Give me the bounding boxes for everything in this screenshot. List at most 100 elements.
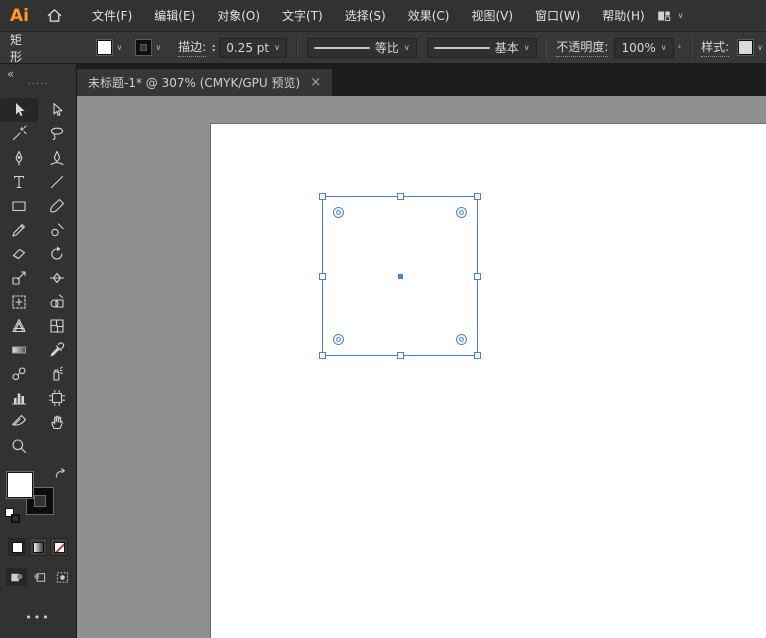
chevron-down-icon: ∨ [403,42,410,52]
variable-width-profile-select[interactable]: 等比 ∨ [306,37,417,58]
swap-fill-stroke-button[interactable] [54,465,67,484]
selection-handle-top-right[interactable] [474,193,481,200]
selection-handle-bottom-left[interactable] [319,352,326,359]
style-swatch [738,40,754,55]
live-corner-widget-top-right[interactable] [456,207,467,218]
blend-tool[interactable] [0,362,38,386]
width-tool[interactable] [38,266,76,290]
default-fill-stroke-button[interactable] [5,508,20,523]
context-label: 矩形 [10,32,23,64]
gradient-tool-icon [11,346,27,354]
selection-handle-top-left[interactable] [319,193,326,200]
draw-normal-button[interactable] [6,568,27,586]
pen-tool[interactable] [0,146,38,170]
symbol-sprayer-tool[interactable] [38,362,76,386]
rectangle-tool-icon [12,201,26,212]
width-profile-value: 等比 [374,41,399,55]
column-graph-tool[interactable] [0,386,38,410]
collapse-panel-icon[interactable]: « [7,67,14,81]
opacity-panel-link[interactable]: 不透明度: [556,38,609,57]
draw-inside-button[interactable] [52,568,73,586]
menu-item-2[interactable]: 对象(O) [206,0,271,32]
gradient-button[interactable] [29,538,47,556]
perspective-grid-tool[interactable] [0,314,38,338]
pen-tool-icon [15,150,23,166]
line-segment-tool[interactable] [38,170,76,194]
live-corner-widget-top-left[interactable] [333,207,344,218]
column-graph-tool-icon [11,393,27,405]
rotate-tool[interactable] [38,242,76,266]
free-transform-tool[interactable] [0,290,38,314]
document-tab[interactable]: 未标题-1* @ 307% (CMYK/GPU 预览) × [77,69,333,96]
selection-handle-bottom-right[interactable] [474,352,481,359]
stroke-weight-select[interactable]: 0.25 pt ∨ [219,37,287,58]
menu-item-8[interactable]: 帮助(H) [591,0,655,32]
lasso-tool[interactable] [38,122,76,146]
curvature-tool[interactable] [38,146,76,170]
stroke-color-picker[interactable]: ∨ [133,38,164,57]
direct-selection-tool[interactable] [38,98,76,122]
chevron-down-icon: ∨ [523,42,530,52]
eraser-tool[interactable] [0,242,38,266]
menu-item-7[interactable]: 窗口(W) [524,0,591,32]
chevron-right-icon[interactable]: › [678,43,682,52]
selection-bounding-box[interactable] [319,193,481,359]
live-corner-widget-bottom-right[interactable] [456,334,467,345]
fill-color-well[interactable] [7,472,33,498]
canvas[interactable] [77,96,766,638]
menu-item-3[interactable]: 文字(T) [271,0,334,32]
center-point[interactable] [397,273,403,279]
artboard-tool-icon [48,389,66,407]
rectangle-tool[interactable] [0,194,38,218]
fill-color-picker[interactable]: ∨ [94,38,125,57]
menu-item-0[interactable]: 文件(F) [81,0,143,32]
home-icon [47,9,62,22]
free-transform-tool-icon [12,295,26,309]
brush-definition-select[interactable]: 基本 ∨ [426,37,537,58]
stroke-panel-link[interactable]: 描边: [178,38,207,57]
mesh-tool[interactable] [38,314,76,338]
brush-preview [433,46,490,49]
hand-tool[interactable] [38,410,76,434]
selection-tool[interactable] [0,98,38,122]
selection-handle-middle-right[interactable] [474,272,481,280]
none-icon [53,541,65,553]
color-button[interactable] [8,538,26,556]
draw-behind-button[interactable] [29,568,50,586]
selection-handle-middle-left[interactable] [319,272,326,280]
magic-wand-tool[interactable] [0,122,38,146]
opacity-select[interactable]: 100% ∨ [614,37,674,58]
artboard-tool[interactable] [38,386,76,410]
home-button[interactable] [38,7,71,24]
menu-item-5[interactable]: 效果(C) [397,0,461,32]
scale-tool[interactable] [0,266,38,290]
shape-builder-tool[interactable] [38,290,76,314]
eyedropper-tool[interactable] [38,338,76,362]
paintbrush-tool[interactable] [38,194,76,218]
app-logo[interactable]: Ai [0,6,38,26]
selection-handle-bottom-middle[interactable] [396,352,404,359]
none-button[interactable] [50,538,68,556]
blob-brush-tool[interactable] [38,218,76,242]
tab-close-icon[interactable]: × [310,76,321,89]
menu-item-6[interactable]: 视图(V) [460,0,524,32]
type-tool[interactable] [0,170,38,194]
style-panel-link[interactable]: 样式: [701,38,730,57]
edit-toolbar-button[interactable]: ••• [0,611,76,624]
panel-grip[interactable]: ····· [0,80,76,90]
step-down-icon: ▾ [212,46,216,54]
slice-tool[interactable] [0,410,38,434]
lasso-tool-icon [51,127,64,140]
live-corner-widget-bottom-left[interactable] [333,334,344,345]
gradient-tool[interactable] [0,338,38,362]
zoom-tool[interactable] [0,434,38,458]
menu-item-1[interactable]: 编辑(E) [143,0,206,32]
workspace-switcher[interactable]: ∨ [656,8,684,24]
graphic-style-picker[interactable]: ∨ [735,38,766,57]
shaper-tool[interactable] [0,218,38,242]
selection-handle-top-middle[interactable] [396,193,404,200]
menu-item-4[interactable]: 选择(S) [334,0,397,32]
artboard[interactable] [210,123,766,638]
panel-spacer [0,586,76,611]
stroke-weight-stepper[interactable]: ▴ ▾ [212,42,216,54]
